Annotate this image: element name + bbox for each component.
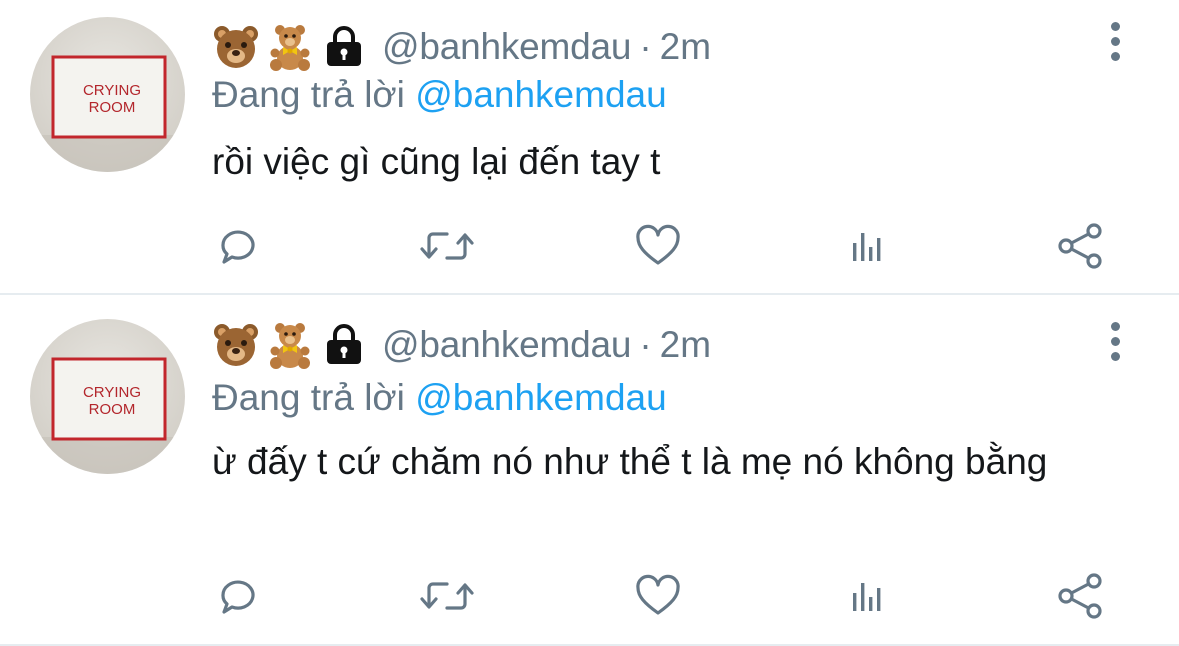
teddy-bear-emoji [266, 321, 314, 369]
like-button[interactable] [630, 218, 686, 274]
header-separator: · [639, 26, 652, 67]
reply-button[interactable] [210, 568, 266, 624]
reply-prefix: Đang trả lời [212, 377, 405, 418]
tweet-item[interactable]: CRYING ROOM @banhkemdau · 2m Đang trả lờ… [0, 295, 1179, 646]
avatar-sign-line1: CRYING [83, 384, 141, 401]
avatar-sign-line2: ROOM [89, 99, 136, 116]
bear-face-emoji [212, 23, 260, 71]
more-vertical-icon-dot [1110, 52, 1120, 61]
like-icon [636, 224, 680, 265]
share-button[interactable] [1052, 568, 1108, 624]
bear-face-emoji [212, 321, 260, 369]
more-vertical-icon-dot [1110, 352, 1120, 361]
tweet-handle[interactable]: @banhkemdau [382, 324, 632, 366]
reply-mention-link[interactable]: @banhkemdau [415, 74, 667, 115]
lock-emoji [320, 23, 368, 71]
reply-prefix: Đang trả lời [212, 74, 405, 115]
tweet-item[interactable]: CRYING ROOM @banhkemdau · 2m Đang trả lờ… [0, 0, 1179, 295]
stats-icon [853, 583, 881, 611]
avatar[interactable]: CRYING ROOM [30, 17, 185, 172]
like-button[interactable] [630, 568, 686, 624]
reply-mention-link[interactable]: @banhkemdau [415, 377, 667, 418]
reply-icon [221, 230, 255, 264]
more-vertical-icon [1110, 22, 1120, 31]
share-button[interactable] [1052, 218, 1108, 274]
stats-icon [853, 233, 881, 261]
tweet-actions [212, 218, 1112, 274]
reply-context: Đang trả lời @banhkemdau [212, 377, 667, 419]
tweet-actions [212, 568, 1112, 624]
header-separator: · [639, 324, 652, 365]
more-vertical-icon [1110, 322, 1120, 331]
more-options-button[interactable] [1103, 322, 1127, 366]
avatar[interactable]: CRYING ROOM [30, 319, 185, 474]
avatar-sign-line2: ROOM [89, 401, 136, 418]
reply-button[interactable] [210, 218, 266, 274]
more-options-button[interactable] [1103, 22, 1127, 66]
teddy-bear-emoji [266, 23, 314, 71]
retweet-button[interactable] [419, 218, 475, 274]
tweet-timestamp[interactable]: 2m [660, 26, 711, 68]
reply-context: Đang trả lời @banhkemdau [212, 74, 667, 116]
analytics-button[interactable] [840, 568, 896, 624]
tweet-text: rồi việc gì cũng lại đến tay t [212, 141, 661, 182]
tweet-timestamp[interactable]: 2m [660, 324, 711, 366]
tweet-text: ừ đấy t cứ chăm nó như thể t là mẹ nó kh… [212, 441, 1048, 482]
more-vertical-icon-dot [1110, 37, 1120, 46]
tweet-handle[interactable]: @banhkemdau [382, 26, 632, 68]
retweet-button[interactable] [419, 568, 475, 624]
analytics-button[interactable] [840, 218, 896, 274]
lock-emoji [320, 321, 368, 369]
tweet-header: @banhkemdau · 2m [212, 20, 711, 74]
more-vertical-icon-dot [1110, 337, 1120, 346]
share-icon [1058, 573, 1102, 619]
like-icon [636, 574, 680, 615]
retweet-icon [420, 232, 474, 260]
retweet-icon [420, 582, 474, 610]
avatar-sign-line1: CRYING [83, 82, 141, 99]
reply-icon [221, 580, 255, 614]
share-icon [1058, 223, 1102, 269]
tweet-header: @banhkemdau · 2m [212, 318, 711, 372]
